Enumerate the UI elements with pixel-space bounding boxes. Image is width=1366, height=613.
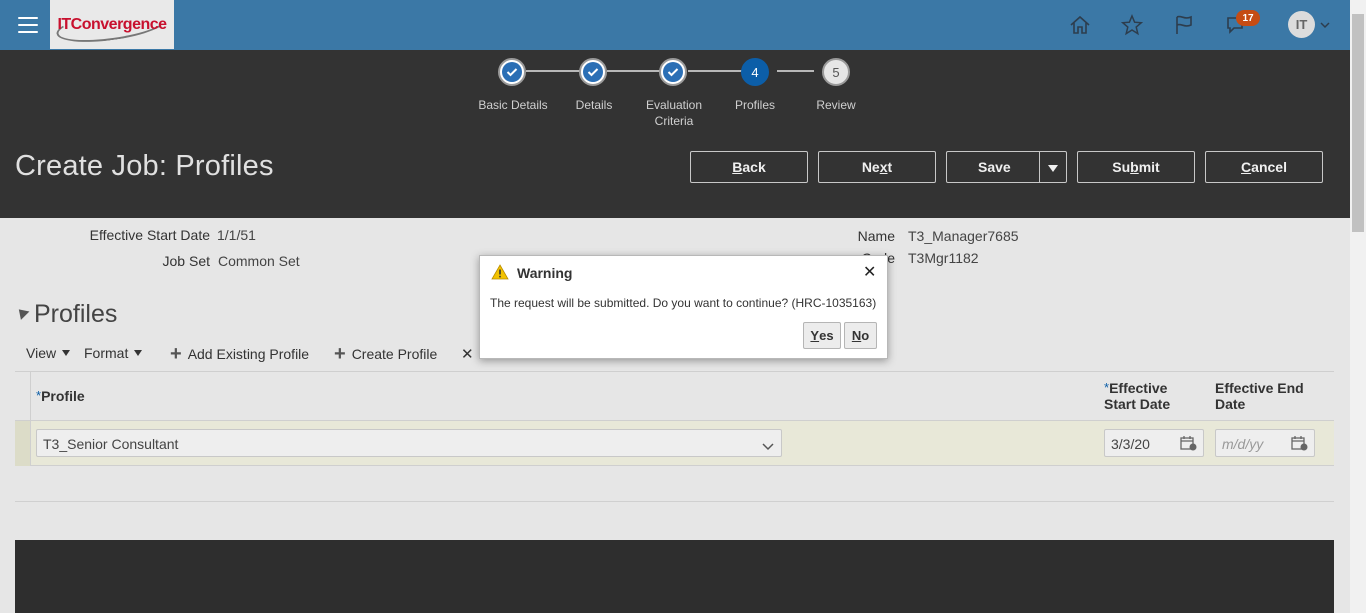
calendar-icon[interactable] [1291, 435, 1308, 451]
warning-dialog: Warning ✕ The request will be submitted.… [479, 255, 888, 359]
train-label-basic-details[interactable]: Basic Details [468, 97, 558, 113]
chevron-down-icon[interactable] [1319, 17, 1331, 35]
user-avatar[interactable]: IT [1288, 11, 1315, 38]
row-selector[interactable] [15, 421, 31, 466]
chevron-down-icon[interactable] [762, 438, 774, 456]
save-split-divider [1039, 152, 1040, 182]
plus-icon: + [334, 343, 346, 365]
company-logo[interactable]: ITConvergence [50, 0, 174, 49]
checkmark-icon [502, 62, 522, 82]
dialog-title: Warning [517, 265, 573, 281]
train-stop-details[interactable] [579, 58, 607, 86]
home-icon[interactable] [1067, 12, 1093, 38]
notification-count-badge: 17 [1236, 10, 1260, 26]
train-connector [688, 70, 742, 72]
dialog-message: The request will be submitted. Do you wa… [490, 296, 877, 310]
train-stop-profiles[interactable]: 4 [741, 58, 769, 86]
delete-icon[interactable]: ✕ [461, 345, 474, 363]
create-profile-button[interactable]: + Create Profile [334, 343, 437, 365]
footer-region [15, 540, 1334, 613]
global-header: ITConvergence 17 IT [0, 0, 1350, 50]
train-stop-review[interactable]: 5 [822, 58, 850, 86]
section-divider [15, 501, 1334, 502]
train-connector [526, 70, 580, 72]
navigator-menu-icon[interactable] [16, 14, 40, 36]
close-icon[interactable]: ✕ [863, 262, 876, 282]
watchlist-flag-icon[interactable] [1171, 12, 1197, 38]
job-set-label: Job Set [162, 253, 210, 269]
profiles-section-title: Profiles [34, 300, 118, 328]
checkmark-icon [663, 62, 683, 82]
plus-icon: + [170, 343, 182, 365]
train-stop-evaluation-criteria[interactable] [659, 58, 687, 86]
add-existing-profile-button[interactable]: + Add Existing Profile [170, 343, 309, 365]
train-label-evaluation-criteria[interactable]: Evaluation Criteria [629, 97, 719, 129]
train-stop-basic-details[interactable] [498, 58, 526, 86]
name-value: T3_Manager7685 [908, 228, 1019, 244]
back-button[interactable]: Back [690, 151, 808, 183]
submit-button[interactable]: Su b mit [1077, 151, 1195, 183]
view-menu[interactable]: View [26, 345, 71, 361]
name-label: Name [857, 228, 895, 244]
save-menu-dropdown-icon[interactable] [1048, 160, 1058, 178]
job-set-value: Common Set [218, 253, 300, 269]
next-button[interactable]: Ne x t [818, 151, 936, 183]
warning-icon [491, 264, 509, 285]
caret-down-icon [62, 350, 71, 356]
no-button[interactable]: No [844, 322, 877, 349]
effective-start-date-label: Effective Start Date [89, 227, 210, 243]
train-label-details[interactable]: Details [549, 97, 639, 113]
format-menu[interactable]: Format [84, 345, 143, 361]
train-label-profiles[interactable]: Profiles [710, 97, 800, 113]
train-label-review[interactable]: Review [791, 97, 881, 113]
scrollbar-thumb[interactable] [1352, 14, 1364, 232]
cancel-button[interactable]: Cancel [1205, 151, 1323, 183]
column-header-effective-start-date[interactable]: *Effective Start Date [1104, 380, 1170, 412]
column-header-profile[interactable]: *Profile [36, 388, 85, 404]
effective-start-date-value: 1/1/51 [217, 227, 256, 243]
calendar-icon[interactable] [1180, 435, 1197, 451]
train-connector [777, 70, 814, 72]
checkmark-icon [583, 62, 603, 82]
caret-down-icon [134, 350, 143, 356]
code-value: T3Mgr1182 [908, 250, 979, 266]
column-header-effective-end-date[interactable]: Effective End Date [1215, 380, 1304, 412]
train-connector [607, 70, 661, 72]
page-title: Create Job: Profiles [15, 150, 274, 182]
yes-button[interactable]: Yes [803, 322, 841, 349]
favorites-star-icon[interactable] [1119, 12, 1145, 38]
profile-select[interactable]: T3_Senior Consultant [36, 429, 782, 457]
